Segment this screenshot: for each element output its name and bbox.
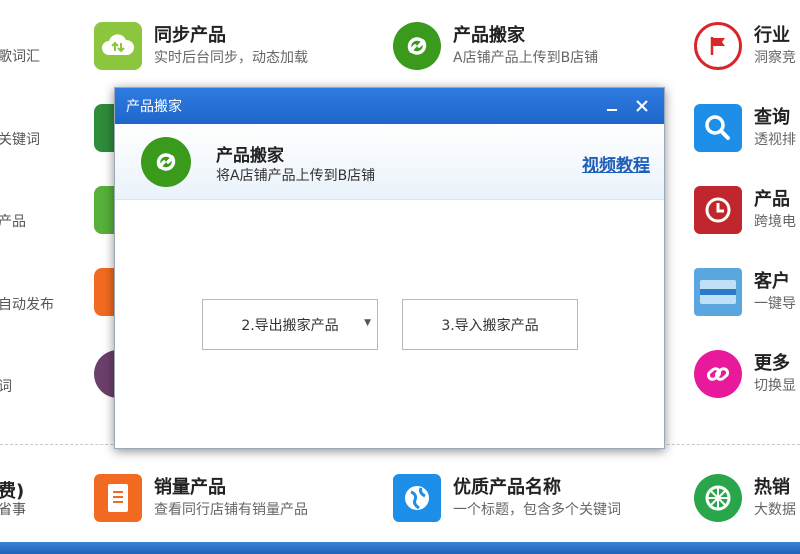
tile-title: 产品 [754,189,790,210]
tile-title: 热销 [754,477,790,498]
cloud-sync-icon [94,22,142,70]
tile-customer[interactable]: 客户 一键导 [694,268,796,316]
left-bottom-subtitle: 省事 [0,502,26,518]
tile-title: 销量产品 [154,477,226,498]
tile-hot-sales[interactable]: 热销 大数据 [694,474,796,522]
export-select[interactable]: 2.导出搬家产品 ▼ [202,299,378,350]
product-move-dialog: 产品搬家 产品搬家 将A店铺产品上传到B店铺 视频教程 2.导出搬家产品 ▼ 3… [114,87,665,449]
tile-sync-products[interactable]: 同步产品实时后台同步，动态加载 [94,22,308,70]
tile-title: 客户 [754,271,790,292]
flag-icon [694,22,742,70]
tile-desc: 大数据 [754,502,796,518]
dialog-title-bar[interactable]: 产品搬家 [115,88,664,124]
link-icon [694,350,742,398]
bottom-bar [0,542,800,554]
tile-sales-products[interactable]: 销量产品查看同行店铺有销量产品 [94,474,308,522]
tile-title: 同步产品 [154,25,226,46]
left-text-row5: 词 [0,379,12,395]
close-icon [636,100,648,112]
import-button[interactable]: 3.导入搬家产品 [402,299,578,350]
tile-title: 行业 [754,25,790,46]
video-tutorial-link[interactable]: 视频教程 [582,151,650,176]
tile-desc: 透视排 [754,132,796,148]
clock-icon [694,186,742,234]
left-text-row3: 产品 [0,214,26,230]
tile-desc: 查看同行店铺有销量产品 [154,502,308,518]
wheel-icon [694,474,742,522]
dialog-header: 产品搬家 将A店铺产品上传到B店铺 视频教程 [115,124,664,200]
left-text-row1: 歌词汇 [0,49,40,65]
tile-desc: A店铺产品上传到B店铺 [453,50,599,66]
close-button[interactable] [630,94,654,118]
card-icon [694,268,742,316]
export-select-label: 2.导出搬家产品 [241,317,339,334]
tile-desc: 一键导 [754,296,796,312]
magnifier-icon [694,104,742,152]
minimize-button[interactable] [600,94,624,118]
dialog-title: 产品搬家 [126,99,182,115]
tile-title: 产品搬家 [453,25,525,46]
tile-desc: 跨境电 [754,214,796,230]
minimize-icon [607,109,617,111]
left-text-row2: 关键词 [0,132,40,148]
dialog-header-subtitle: 将A店铺产品上传到B店铺 [216,168,376,184]
globe-icon [393,474,441,522]
tile-desc: 一个标题，包含多个关键词 [453,502,621,518]
tile-title: 优质产品名称 [453,477,561,498]
dropdown-arrow-icon: ▼ [364,318,371,328]
tile-quality-names[interactable]: 优质产品名称一个标题，包含多个关键词 [393,474,621,522]
tile-desc: 洞察竞 [754,50,796,66]
tile-industry[interactable]: 行业 洞察竞 [694,22,796,70]
tile-desc: 切换显 [754,378,796,394]
swirl-logo-icon [393,22,441,70]
left-text-row4: 自动发布 [0,297,54,313]
notebook-icon [94,474,142,522]
tile-desc: 实时后台同步，动态加载 [154,50,308,66]
tile-query[interactable]: 查询 透视排 [694,104,796,152]
dialog-header-title: 产品搬家 [216,146,284,166]
tile-more[interactable]: 更多 切换显 [694,350,796,398]
tile-product-move[interactable]: 产品搬家 A店铺产品上传到B店铺 [393,22,598,70]
tile-title: 查询 [754,107,790,128]
swirl-logo-icon [141,137,191,187]
tile-title: 更多 [754,353,790,374]
tile-product-pkg[interactable]: 产品 跨境电 [694,186,796,234]
